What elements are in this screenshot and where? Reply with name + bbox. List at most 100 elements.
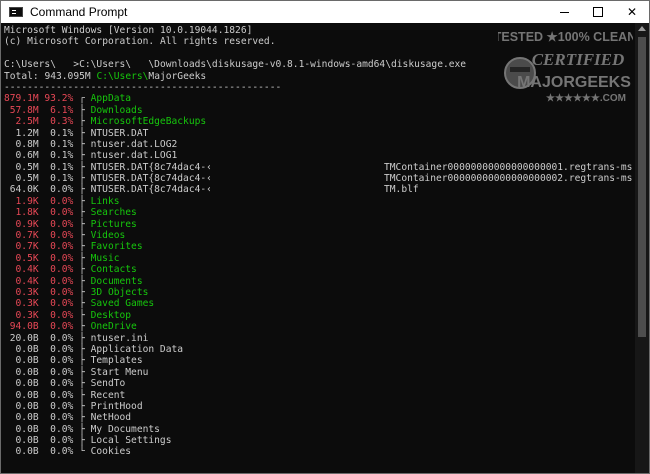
vertical-scrollbar[interactable]	[635, 23, 649, 473]
entry-row: 1.9K 0.0% ├ Links	[4, 196, 635, 207]
entry-name: NTUSER.DAT	[90, 127, 149, 139]
command-prompt-window: Command Prompt ✕ Microsoft Windows [Vers…	[0, 0, 650, 474]
entry-size: 0.0B	[15, 412, 39, 424]
entry-name: Start Menu	[90, 366, 149, 378]
entry-name: ntuser.ini	[90, 332, 149, 344]
entry-size: 0.4K	[15, 264, 39, 276]
entry-size: 0.5M	[15, 161, 39, 173]
entry-size: 0.0B	[15, 446, 39, 458]
entry-name: NetHood	[90, 412, 132, 424]
window-title: Command Prompt	[30, 5, 128, 19]
cmd-icon	[9, 7, 23, 17]
entry-name: My Documents	[90, 423, 160, 435]
entry-name: Templates	[90, 355, 143, 367]
entry-percent: 0.0%	[50, 252, 74, 264]
entry-percent: 93.2%	[44, 93, 74, 105]
entry-percent: 0.1%	[50, 173, 74, 185]
entry-size: 20.0B	[9, 332, 39, 344]
entry-row: 20.0B 0.0% ├ ntuser.ini	[4, 333, 635, 344]
entry-name: NTUSER.DAT{8c74dac4-‹	[90, 161, 212, 173]
entry-size: 879.1M	[4, 93, 39, 105]
entry-name: 3D Objects	[90, 286, 149, 298]
entry-row: 0.5M 0.1% ├ NTUSER.DAT{8c74dac4-‹ TMContai…	[4, 173, 635, 184]
scrollbar-thumb[interactable]	[638, 37, 646, 337]
entry-name: Links	[90, 195, 120, 207]
minimize-button[interactable]	[547, 1, 581, 23]
entry-name: Pictures	[90, 218, 137, 230]
entry-size: 0.0B	[15, 389, 39, 401]
entry-row: 0.7K 0.0% ├ Videos	[4, 230, 635, 241]
entry-row: 0.7K 0.0% ├ Favorites	[4, 241, 635, 252]
entry-name: ntuser.dat.LOG2	[90, 138, 178, 150]
entry-size: 94.0B	[9, 321, 39, 333]
entry-percent: 0.0%	[50, 207, 74, 219]
entry-percent: 0.0%	[50, 332, 74, 344]
title-bar[interactable]: Command Prompt ✕	[1, 1, 649, 23]
entry-percent: 0.0%	[50, 366, 74, 378]
entry-row: 0.3K 0.0% ├ Desktop	[4, 310, 635, 321]
entry-percent: 0.0%	[50, 230, 74, 242]
entry-name: NTUSER.DAT{8c74dac4-‹	[90, 173, 212, 185]
entry-name: Music	[90, 252, 120, 264]
entry-size: 1.9K	[15, 195, 39, 207]
entry-row: 0.6M 0.1% ├ ntuser.dat.LOG1	[4, 150, 635, 161]
entry-name: AppData	[90, 93, 132, 105]
entry-size: 0.7K	[15, 241, 39, 253]
entry-name: Recent	[90, 389, 126, 401]
entry-row: 0.5M 0.1% ├ NTUSER.DAT{8c74dac4-‹ TMContai…	[4, 162, 635, 173]
entry-percent: 0.0%	[50, 343, 74, 355]
entry-percent: 0.0%	[50, 286, 74, 298]
entry-percent: 0.0%	[50, 378, 74, 390]
entry-name: Favorites	[90, 241, 143, 253]
entry-row: 0.0B 0.0% ├ Recent	[4, 390, 635, 401]
entry-percent: 0.0%	[50, 264, 74, 276]
total-user: MajorGeeks	[148, 70, 207, 82]
entry-percent: 0.0%	[50, 241, 74, 253]
entry-size: 64.0K	[9, 184, 39, 196]
entry-size: 0.0B	[15, 378, 39, 390]
entry-size: 0.4K	[15, 275, 39, 287]
entry-row: 0.0B 0.0% ├ NetHood	[4, 412, 635, 423]
entry-size: 0.5M	[15, 173, 39, 185]
entry-row: 0.0B 0.0% ├ Start Menu	[4, 367, 635, 378]
entry-row: 0.0B 0.0% ├ SendTo	[4, 378, 635, 389]
total-label: Total:	[4, 70, 39, 82]
entry-name: Saved Games	[90, 298, 155, 310]
entry-size: 0.8M	[15, 138, 39, 150]
entry-size: 1.2M	[15, 127, 39, 139]
maximize-button[interactable]	[581, 1, 615, 23]
entry-row: 0.3K 0.0% ├ Saved Games	[4, 298, 635, 309]
entry-size: 0.0B	[15, 343, 39, 355]
entry-name: Contacts	[90, 264, 137, 276]
entry-name: Local Settings	[90, 435, 172, 447]
close-button[interactable]: ✕	[615, 1, 649, 23]
window-controls: ✕	[547, 1, 649, 23]
entry-size: 0.0B	[15, 400, 39, 412]
entry-row: 0.4K 0.0% ├ Documents	[4, 276, 635, 287]
entry-row: 0.8M 0.1% ├ ntuser.dat.LOG2	[4, 139, 635, 150]
entry-name: MicrosoftEdgeBackups	[90, 116, 207, 128]
entry-percent: 0.0%	[50, 446, 74, 458]
entry-row: 0.0B 0.0% ├ Application Data	[4, 344, 635, 355]
entry-row: 0.0B 0.0% ├ Templates	[4, 355, 635, 366]
entry-name: ntuser.dat.LOG1	[90, 150, 178, 162]
entry-name: Cookies	[90, 446, 132, 458]
total-size: 943.095M	[44, 70, 91, 82]
entry-size: 0.6M	[15, 150, 39, 162]
entry-row: 1.2M 0.1% ├ NTUSER.DAT	[4, 128, 635, 139]
entry-percent: 0.0%	[50, 195, 74, 207]
entry-name: PrintHood	[90, 400, 143, 412]
entry-name: Documents	[90, 275, 143, 287]
entry-size: 0.0B	[15, 355, 39, 367]
entry-percent: 0.3%	[50, 116, 74, 128]
entry-row: 0.0B 0.0% ├ PrintHood	[4, 401, 635, 412]
entry-percent: 0.1%	[50, 150, 74, 162]
entry-row: 0.0B 0.0% └ Cookies	[4, 446, 635, 457]
entry-percent: 6.1%	[50, 104, 74, 116]
scroll-up-arrow-icon[interactable]	[638, 26, 646, 31]
entry-percent: 0.1%	[50, 161, 74, 173]
entry-row: 94.0B 0.0% ├ OneDrive	[4, 321, 635, 332]
entry-percent: 0.0%	[50, 400, 74, 412]
entry-row: 0.3K 0.0% ├ 3D Objects	[4, 287, 635, 298]
majorgeeks-watermark: TESTED ★100% CLEAN CERTIFIED MAJORGEEKS …	[498, 30, 633, 104]
